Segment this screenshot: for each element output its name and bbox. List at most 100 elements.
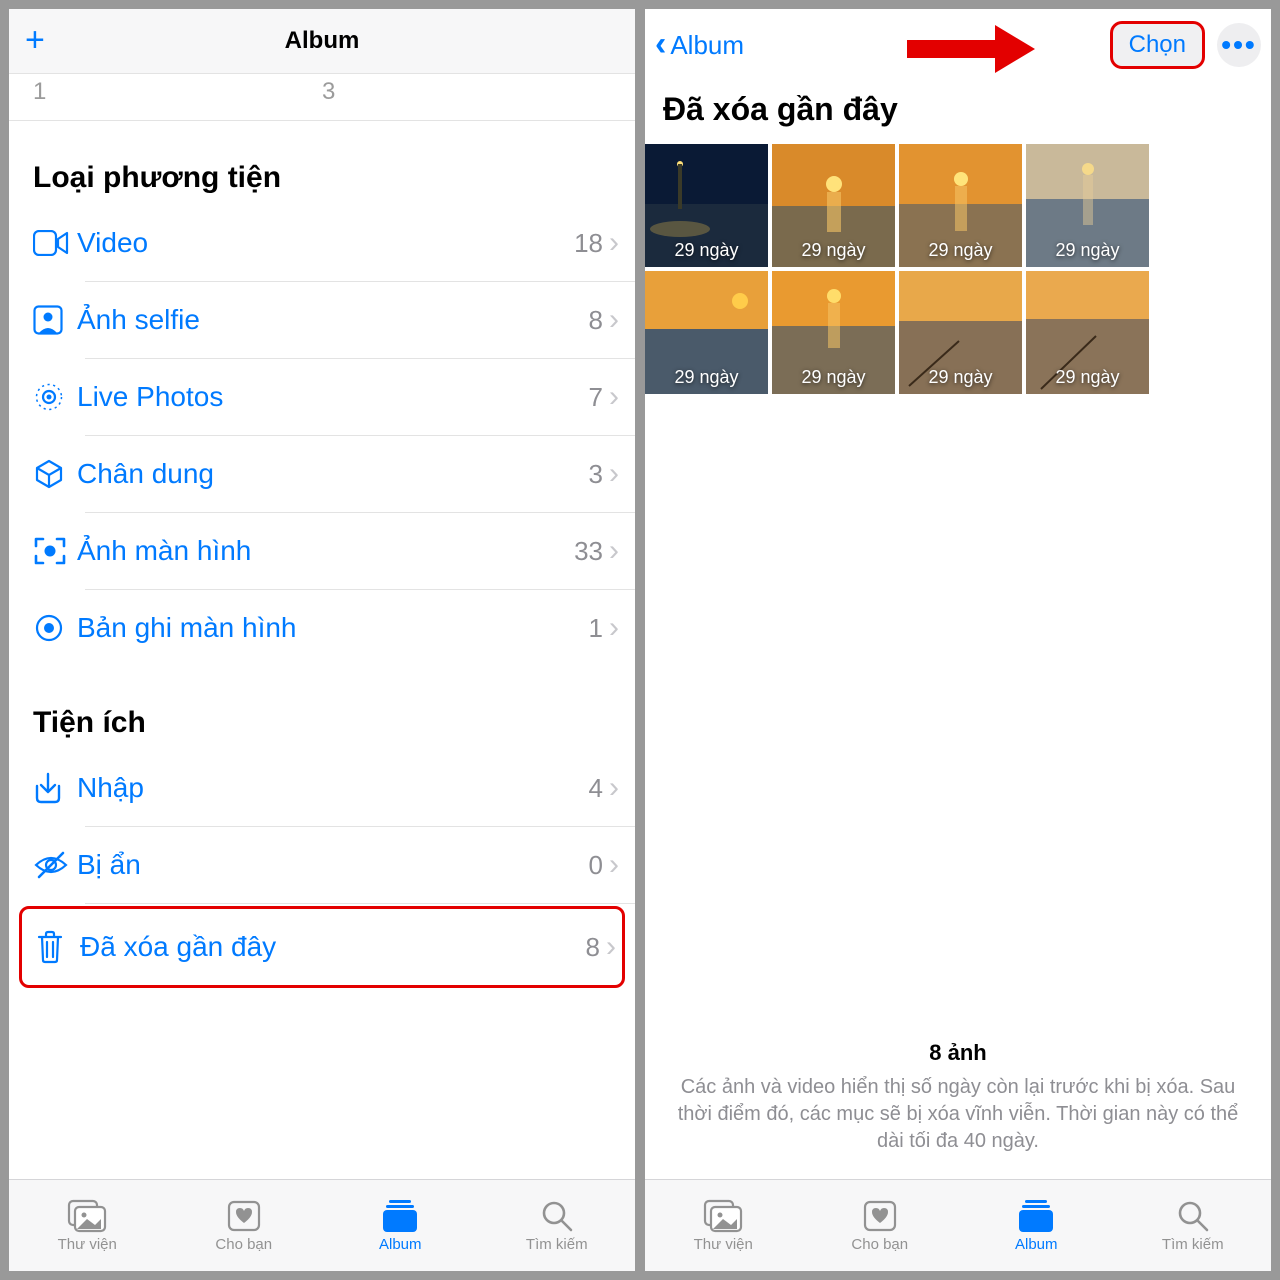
- row-count: 3: [589, 459, 603, 490]
- back-label: Album: [670, 30, 744, 61]
- row-count: 8: [589, 305, 603, 336]
- album-icon: [1017, 1198, 1055, 1234]
- screenrecording-icon: [33, 612, 77, 644]
- chevron-right-icon: ›: [609, 611, 619, 645]
- tab-library[interactable]: Thư viện: [9, 1180, 166, 1271]
- album-list-screen: + Album 1 3 Loại phương tiện Video 18 › …: [9, 9, 635, 1271]
- row-label: Ảnh màn hình: [77, 535, 574, 567]
- days-label: 29 ngày: [772, 240, 895, 261]
- chevron-right-icon: ›: [609, 848, 619, 882]
- foryou-icon: [226, 1198, 262, 1234]
- row-label: Nhập: [77, 772, 589, 804]
- back-button[interactable]: ‹ Album: [655, 30, 744, 61]
- album-icon: [381, 1198, 419, 1234]
- row-screenrecording[interactable]: Bản ghi màn hình 1 ›: [9, 590, 635, 666]
- row-label: Ảnh selfie: [77, 304, 589, 336]
- library-icon: [703, 1198, 743, 1234]
- count-b: 3: [322, 78, 611, 106]
- tab-label: Album: [1015, 1236, 1058, 1253]
- footer-description: Các ảnh và video hiển thị số ngày còn lạ…: [673, 1074, 1243, 1155]
- row-count: 1: [589, 613, 603, 644]
- row-count: 0: [589, 850, 603, 881]
- utilities-list: Nhập 4 › Bị ẩn 0 › Đã xóa gần đây 8 ›: [9, 750, 635, 988]
- row-hidden[interactable]: Bị ẩn 0 ›: [9, 827, 635, 903]
- photo-thumb[interactable]: 29 ngày: [645, 271, 768, 394]
- highlight-recently-deleted: Đã xóa gần đây 8 ›: [19, 906, 625, 988]
- import-icon: [33, 772, 77, 804]
- tab-foryou[interactable]: Cho bạn: [166, 1180, 323, 1271]
- navbar: + Album: [9, 9, 635, 74]
- photo-thumb[interactable]: 29 ngày: [772, 271, 895, 394]
- tab-search[interactable]: Tìm kiếm: [479, 1180, 636, 1271]
- days-label: 29 ngày: [645, 367, 768, 388]
- row-label: Chân dung: [77, 458, 589, 490]
- row-video[interactable]: Video 18 ›: [9, 205, 635, 281]
- tab-album[interactable]: Album: [958, 1180, 1115, 1271]
- callout-arrow-icon: [907, 23, 1037, 73]
- select-button[interactable]: Chọn: [1110, 21, 1205, 69]
- tab-label: Tìm kiếm: [1162, 1236, 1224, 1253]
- more-button[interactable]: •••: [1217, 23, 1261, 67]
- chevron-right-icon: ›: [609, 457, 619, 491]
- row-count: 8: [586, 932, 600, 963]
- tab-search[interactable]: Tìm kiếm: [1115, 1180, 1272, 1271]
- page-title: Đã xóa gần đây: [645, 81, 1271, 144]
- chevron-right-icon: ›: [606, 930, 616, 964]
- tab-library[interactable]: Thư viện: [645, 1180, 802, 1271]
- days-label: 29 ngày: [772, 367, 895, 388]
- tab-bar: Thư viện Cho bạn Album Tìm kiếm: [645, 1179, 1271, 1271]
- row-label: Live Photos: [77, 381, 589, 413]
- photo-grid: 29 ngày 29 ngày 29 ngày 29 ngày 29 ngày …: [645, 144, 1271, 394]
- row-portrait[interactable]: Chân dung 3 ›: [9, 436, 635, 512]
- chevron-right-icon: ›: [609, 534, 619, 568]
- search-icon: [540, 1198, 574, 1234]
- row-label: Đã xóa gần đây: [80, 931, 586, 963]
- hidden-icon: [33, 851, 77, 879]
- chevron-left-icon: ‹: [655, 31, 666, 58]
- photo-thumb[interactable]: 29 ngày: [899, 271, 1022, 394]
- tab-label: Cho bạn: [215, 1236, 272, 1253]
- row-screenshots[interactable]: Ảnh màn hình 33 ›: [9, 513, 635, 589]
- count-a: 1: [33, 78, 322, 106]
- chevron-right-icon: ›: [609, 226, 619, 260]
- tab-album[interactable]: Album: [322, 1180, 479, 1271]
- row-label: Bị ẩn: [77, 849, 589, 881]
- chevron-right-icon: ›: [609, 303, 619, 337]
- photo-thumb[interactable]: 29 ngày: [645, 144, 768, 267]
- tab-label: Thư viện: [694, 1236, 753, 1253]
- row-selfie[interactable]: Ảnh selfie 8 ›: [9, 282, 635, 358]
- tab-label: Cho bạn: [851, 1236, 908, 1253]
- library-icon: [67, 1198, 107, 1234]
- media-list: Video 18 › Ảnh selfie 8 › Live Photos 7 …: [9, 205, 635, 666]
- photo-count: 8 ảnh: [673, 1040, 1243, 1066]
- photo-thumb[interactable]: 29 ngày: [899, 144, 1022, 267]
- row-count: 18: [574, 228, 603, 259]
- video-icon: [33, 230, 77, 256]
- trash-icon: [36, 930, 80, 964]
- days-label: 29 ngày: [1026, 367, 1149, 388]
- section-header-utilities: Tiện ích: [9, 666, 635, 750]
- recently-deleted-screen: ‹ Album Chọn ••• Đã xóa gần đây 29 ngày …: [645, 9, 1271, 1271]
- tab-foryou[interactable]: Cho bạn: [802, 1180, 959, 1271]
- livephotos-icon: [33, 381, 77, 413]
- days-label: 29 ngày: [899, 240, 1022, 261]
- tab-label: Tìm kiếm: [526, 1236, 588, 1253]
- row-label: Video: [77, 227, 574, 259]
- section-header-media: Loại phương tiện: [9, 121, 635, 205]
- selfie-icon: [33, 305, 77, 335]
- portrait-icon: [33, 458, 77, 490]
- photo-thumb[interactable]: 29 ngày: [1026, 271, 1149, 394]
- tab-label: Album: [379, 1236, 422, 1253]
- row-recently-deleted[interactable]: Đã xóa gần đây 8 ›: [22, 909, 622, 985]
- navbar: ‹ Album Chọn •••: [645, 9, 1271, 81]
- footer-info: 8 ảnh Các ảnh và video hiển thị số ngày …: [645, 1040, 1271, 1155]
- row-livephotos[interactable]: Live Photos 7 ›: [9, 359, 635, 435]
- days-label: 29 ngày: [899, 367, 1022, 388]
- foryou-icon: [862, 1198, 898, 1234]
- photo-thumb[interactable]: 29 ngày: [772, 144, 895, 267]
- search-icon: [1176, 1198, 1210, 1234]
- row-imports[interactable]: Nhập 4 ›: [9, 750, 635, 826]
- chevron-right-icon: ›: [609, 771, 619, 805]
- add-album-button[interactable]: +: [25, 23, 45, 57]
- photo-thumb[interactable]: 29 ngày: [1026, 144, 1149, 267]
